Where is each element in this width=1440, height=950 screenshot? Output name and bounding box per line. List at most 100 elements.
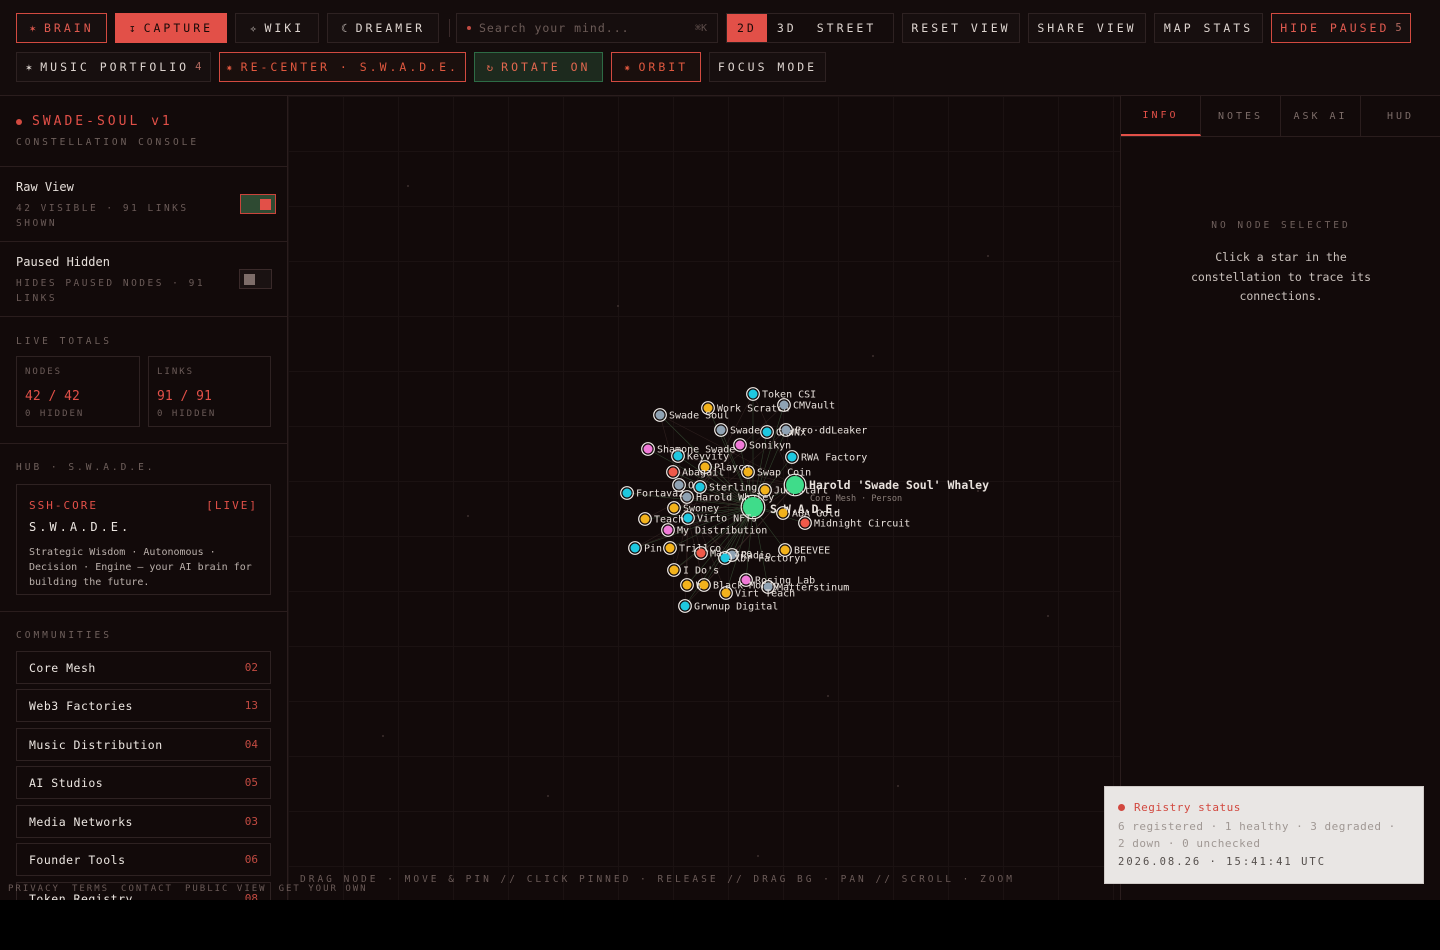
footer-link-privacy[interactable]: PRIVACY (8, 884, 60, 894)
graph-node[interactable]: My Distribution (661, 523, 768, 537)
node-dot[interactable] (683, 513, 693, 523)
search-icon (467, 26, 471, 30)
node-dot[interactable] (622, 488, 632, 498)
graph-node[interactable]: Midnight Circuit (798, 516, 911, 530)
node-dot[interactable] (781, 425, 791, 435)
footer-link-public-view[interactable]: PUBLIC VIEW (185, 884, 267, 894)
graph-node[interactable]: Virt Teach (719, 586, 796, 600)
reset-view-button[interactable]: RESET VIEW (902, 13, 1020, 43)
constellation-graph[interactable]: Token CSIWork Scratch CMVaultSwade SoulSw… (288, 96, 1120, 900)
rotate-toggle[interactable]: ↻ ROTATE ON (474, 52, 603, 82)
nodes-stat-hidden: 0 HIDDEN (25, 409, 85, 419)
search-box[interactable]: ⌘K (456, 13, 718, 43)
node-label: Pro·ddLeaker (795, 426, 867, 437)
graph-node[interactable]: Harold 'Swade Soul' WhaleyCore Mesh · Pe… (783, 473, 989, 504)
view-mode-2d[interactable]: 2D (727, 14, 767, 42)
hub-label: HUB · S.W.A.D.E. (16, 462, 156, 473)
orbit-button[interactable]: ✷ ORBIT (611, 52, 701, 82)
node-dot[interactable] (663, 525, 673, 535)
node-dot[interactable] (787, 452, 797, 462)
hide-paused-button[interactable]: HIDE PAUSED 5 (1271, 13, 1411, 43)
node-dot[interactable] (669, 503, 679, 513)
hub-card[interactable]: SSH-CORE [LIVE] S.W.A.D.E. Strategic Wis… (16, 484, 271, 595)
community-name: Core Mesh (29, 660, 96, 675)
tab-ask-ai[interactable]: ASK AI (1281, 96, 1361, 136)
constellation-canvas[interactable]: Token CSI Work Scratch CMVault Swade Soul Sw… (288, 96, 1120, 900)
node-dot[interactable] (716, 425, 726, 435)
tab-notes[interactable]: NOTES (1201, 96, 1281, 136)
dreamer-button[interactable]: ☾ DREAMER (327, 13, 439, 43)
community-item[interactable]: Web3 Factories 13 (16, 689, 271, 722)
node-dot[interactable] (720, 553, 730, 563)
node-label: Token CSI (762, 390, 816, 401)
node-dot[interactable] (721, 588, 731, 598)
community-item[interactable]: Media Networks 03 (16, 805, 271, 838)
node-dot[interactable] (778, 508, 788, 518)
divider (0, 166, 287, 167)
graph-node[interactable]: Swade Soul (653, 408, 730, 422)
node-dot[interactable] (673, 451, 683, 461)
node-dot[interactable] (630, 543, 640, 553)
node-dot[interactable] (682, 580, 692, 590)
graph-node[interactable]: Teach (638, 512, 684, 526)
community-name: AI Studios (29, 775, 104, 790)
node-dot[interactable] (762, 427, 772, 437)
graph-node[interactable]: Grwnup Digital (678, 599, 779, 613)
target-icon: ✷ (226, 60, 233, 74)
share-view-button[interactable]: SHARE VIEW (1028, 13, 1146, 43)
node-dot[interactable] (696, 548, 706, 558)
footer-link-terms[interactable]: TERMS (72, 884, 109, 894)
orbit-icon: ✷ (623, 60, 631, 74)
community-item[interactable]: AI Studios 05 (16, 766, 271, 799)
view-mode-switch: 2D 3D STREET (726, 13, 894, 43)
search-input[interactable] (479, 21, 695, 35)
node-dot[interactable] (674, 480, 684, 490)
community-item[interactable]: Music Distribution 04 (16, 728, 271, 761)
graph-node[interactable]: RWA Factory (785, 450, 868, 464)
node-dot[interactable] (743, 467, 753, 477)
node-dot[interactable] (695, 482, 705, 492)
node-dot[interactable] (699, 580, 709, 590)
sparkle-icon: ✧ (249, 21, 257, 35)
footer-link-get-your-own[interactable]: GET YOUR OWN (279, 884, 368, 894)
graph-node[interactable]: Virto NFTs (681, 511, 758, 525)
graph-node[interactable]: Fortavaz (620, 486, 684, 500)
graph-node[interactable]: Abagail (666, 465, 724, 479)
capture-button[interactable]: ↧ CAPTURE (115, 13, 227, 43)
node-dot[interactable] (748, 389, 758, 399)
community-item[interactable]: Core Mesh 02 (16, 651, 271, 684)
raw-view-title: Raw View (16, 180, 74, 194)
graph-node[interactable]: Sonikyn (733, 438, 791, 452)
node-dot[interactable] (668, 467, 678, 477)
raw-view-toggle[interactable] (240, 194, 276, 214)
node-dot[interactable] (735, 440, 745, 450)
graph-node[interactable]: Pin (628, 541, 662, 555)
paused-hidden-toggle[interactable] (239, 269, 272, 289)
community-item[interactable]: Founder Tools 06 (16, 843, 271, 876)
graph-node[interactable]: Token CSI (746, 387, 816, 401)
node-dot[interactable] (682, 492, 692, 502)
node-dot[interactable] (800, 518, 810, 528)
music-portfolio-button[interactable]: ✶ MUSIC PORTFOLIO 4 (16, 52, 211, 82)
focus-mode-button[interactable]: FOCUS MODE (709, 52, 826, 82)
node-dot[interactable] (779, 400, 789, 410)
node-dot[interactable] (655, 410, 665, 420)
map-stats-button[interactable]: MAP STATS (1154, 13, 1263, 43)
tab-info[interactable]: INFO (1121, 96, 1201, 136)
node-dot[interactable] (643, 444, 653, 454)
view-mode-3d[interactable]: 3D (767, 14, 807, 42)
node-dot[interactable] (665, 543, 675, 553)
background-star (547, 795, 549, 797)
footer-link-contact[interactable]: CONTACT (121, 884, 173, 894)
registry-status-toast[interactable]: Registry status 6 registered · 1 healthy… (1104, 786, 1424, 884)
graph-node[interactable]: Swade (714, 423, 760, 437)
wiki-button[interactable]: ✧ WIKI (235, 13, 319, 43)
recenter-button[interactable]: ✷ RE-CENTER · S.W.A.D.E. (219, 52, 466, 82)
brain-button[interactable]: ✶ BRAIN (16, 13, 107, 43)
view-mode-street[interactable]: STREET (807, 14, 887, 42)
node-dot[interactable] (669, 565, 679, 575)
node-dot[interactable] (680, 601, 690, 611)
node-dot[interactable] (640, 514, 650, 524)
tab-hud[interactable]: HUD (1361, 96, 1440, 136)
node-dot[interactable] (786, 476, 804, 494)
